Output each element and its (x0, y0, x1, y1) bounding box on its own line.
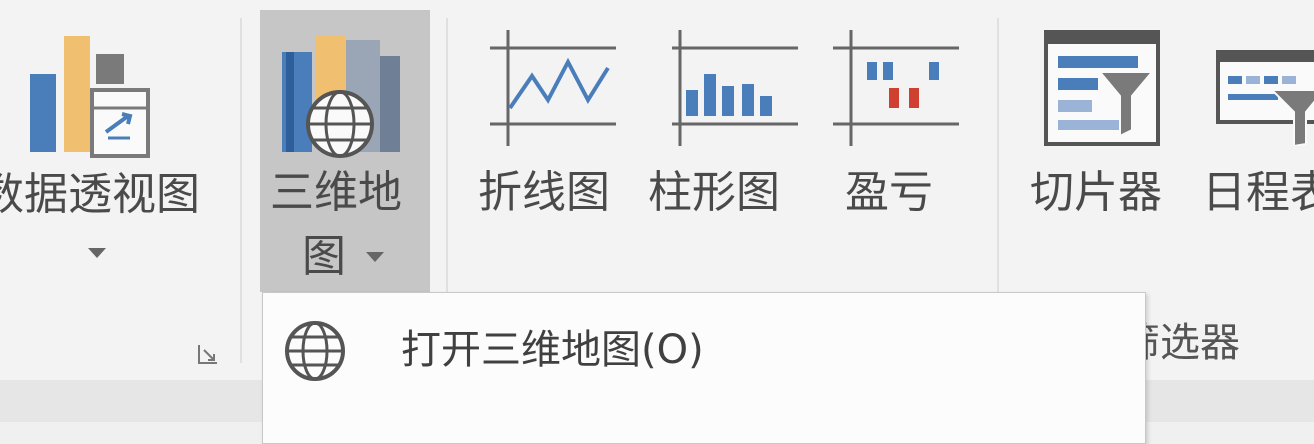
timeline-label: 日程表 (1202, 167, 1314, 218)
chevron-down-icon (366, 252, 384, 262)
slicer-button[interactable]: 切片器 (1020, 10, 1190, 230)
sparkline-column-label: 柱形图 (648, 167, 780, 218)
open-3d-map-menu-item[interactable]: 打开三维地图(O) (271, 315, 1137, 387)
open-3d-map-label: 打开三维地图(O) (401, 327, 704, 373)
line-sparkline-icon (490, 30, 616, 146)
column-sparkline-icon (672, 30, 798, 146)
sparkline-column-button[interactable]: 柱形图 (640, 10, 810, 230)
map3d-label-line1: 三维地 (270, 167, 402, 218)
timeline-button[interactable]: 日程表 (1196, 10, 1314, 230)
sparkline-line-button[interactable]: 折线图 (470, 10, 640, 230)
globe-icon (285, 321, 345, 381)
slicer-icon (1044, 30, 1160, 146)
pivot-chart-button[interactable]: 数据透视图 (0, 10, 238, 290)
map3d-icon (282, 36, 400, 158)
group-separator (240, 18, 242, 363)
pivot-chart-icon (30, 36, 150, 158)
sparkline-winloss-label: 盈亏 (845, 167, 933, 218)
map3d-button[interactable]: 三维地 图 (260, 10, 430, 292)
timeline-icon (1216, 50, 1314, 146)
winloss-sparkline-icon (833, 30, 959, 146)
map3d-label-line2: 图 (302, 231, 346, 282)
sparkline-line-label: 折线图 (478, 167, 610, 218)
slicer-label: 切片器 (1030, 167, 1162, 218)
map3d-dropdown-menu: 打开三维地图(O) (262, 292, 1146, 444)
chevron-down-icon (88, 248, 106, 258)
pivot-chart-label: 数据透视图 (0, 169, 200, 220)
dialog-launcher-icon[interactable] (196, 342, 220, 366)
sparkline-winloss-button[interactable]: 盈亏 (815, 10, 985, 230)
